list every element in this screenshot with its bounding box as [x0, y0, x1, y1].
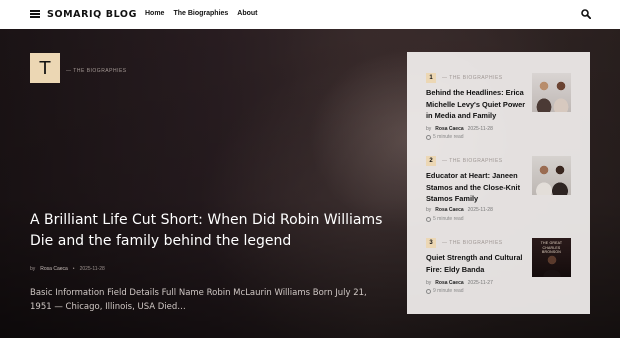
popular-post-2[interactable]: 2 — THE BIOGRAPHIES Educator at Heart: J… [426, 156, 578, 226]
post-author[interactable]: Rosa Caeca [435, 207, 463, 213]
main-nav: Home The Biographies About [145, 10, 258, 17]
post-author[interactable]: Rosa Caeca [435, 126, 463, 132]
hero-meta: by Rosa Caeca • 2025-11-28 [30, 266, 105, 272]
post-read-time: 5 minute read [426, 134, 464, 140]
popular-posts-panel: 1 — THE BIOGRAPHIES Behind the Headlines… [407, 52, 590, 314]
hero-excerpt: Basic Information Field Details Full Nam… [30, 288, 367, 312]
nav-home[interactable]: Home [145, 10, 164, 17]
post-title[interactable]: Behind the Headlines: Erica Michelle Lev… [426, 87, 530, 122]
clock-icon [426, 216, 431, 222]
rank-badge: 2 [426, 156, 436, 166]
post-meta-by: by [426, 207, 432, 213]
post-category[interactable]: — THE BIOGRAPHIES [442, 158, 503, 164]
post-meta: by Rosa Caeca 2025-11-28 [426, 126, 493, 132]
post-date: 2025-11-28 [467, 207, 493, 213]
post-date: 2025-11-27 [467, 280, 493, 286]
post-meta: by Rosa Caeca 2025-11-28 [426, 207, 493, 213]
post-meta-by: by [426, 280, 432, 286]
popular-post-1[interactable]: 1 — THE BIOGRAPHIES Behind the Headlines… [426, 73, 578, 143]
nav-the-biographies[interactable]: The Biographies [173, 10, 228, 17]
post-thumbnail[interactable]: THE GREAT CHARLES BRONSON [532, 238, 571, 277]
rank-badge: 3 [426, 238, 436, 248]
read-time-label: 5 minute read [433, 134, 464, 140]
post-read-time: 5 minute read [426, 216, 464, 222]
popular-post-3[interactable]: 3 — THE BIOGRAPHIES Quiet Strength and C… [426, 238, 578, 308]
post-title[interactable]: Educator at Heart: Janeen Stamos and the… [426, 170, 530, 205]
post-title[interactable]: Quiet Strength and Cultural Fire: Eldy B… [426, 252, 530, 275]
hero-date: 2025-11-28 [79, 266, 105, 272]
nav-about[interactable]: About [237, 10, 257, 17]
post-thumbnail[interactable] [532, 73, 571, 112]
post-read-time: 9 minute read [426, 288, 464, 294]
read-time-label: 5 minute read [433, 216, 464, 222]
post-meta: by Rosa Caeca 2025-11-27 [426, 280, 493, 286]
category-initial-tile[interactable]: T [30, 53, 60, 83]
site-header: SOMARIQ BLOG Home The Biographies About [0, 0, 620, 29]
thumbnail-caption: THE GREAT CHARLES BRONSON [540, 241, 563, 254]
clock-icon [426, 288, 431, 294]
hero-author[interactable]: Rosa Caeca [40, 266, 68, 272]
post-thumbnail[interactable] [532, 156, 571, 195]
hero-category[interactable]: — THE BIOGRAPHIES [66, 68, 127, 74]
site-brand[interactable]: SOMARIQ BLOG [47, 9, 137, 20]
post-meta-by: by [426, 126, 432, 132]
hero-featured-post[interactable]: T — THE BIOGRAPHIES A Brilliant Life Cut… [0, 29, 620, 338]
hero-meta-by: by [30, 266, 36, 272]
search-icon[interactable] [581, 9, 591, 19]
hero-meta-sep: • [72, 266, 75, 272]
menu-icon[interactable] [30, 10, 40, 18]
read-time-label: 9 minute read [433, 288, 464, 294]
post-author[interactable]: Rosa Caeca [435, 280, 463, 286]
rank-badge: 1 [426, 73, 436, 83]
post-category[interactable]: — THE BIOGRAPHIES [442, 75, 503, 81]
post-date: 2025-11-28 [467, 126, 493, 132]
hero-title[interactable]: A Brilliant Life Cut Short: When Did Rob… [30, 210, 390, 252]
clock-icon [426, 134, 431, 140]
post-category[interactable]: — THE BIOGRAPHIES [442, 240, 503, 246]
